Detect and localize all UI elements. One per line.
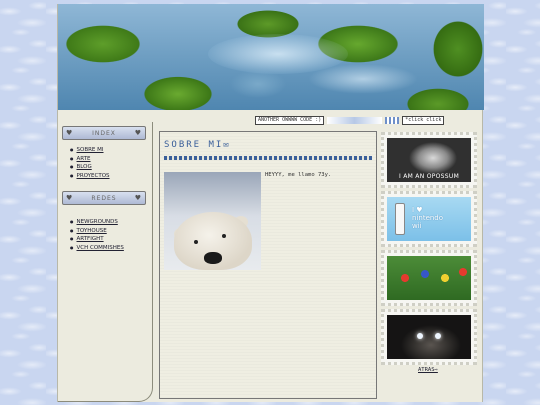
nav-link-toyhouse[interactable]: TOYHOUSE	[70, 227, 124, 236]
wii-stamp-line-2: nintendo	[412, 214, 444, 222]
sidebar-header-redes-label: REDES	[91, 194, 117, 202]
ticker-bar: ANOTHER OWWWW CODE :) *click click	[255, 114, 484, 126]
polar-bear-photo	[164, 172, 261, 270]
pikmin-stamp	[381, 250, 477, 306]
nav-link-blog[interactable]: BLOG	[70, 163, 110, 172]
page-container: ANOTHER OWWWW CODE :) *click click ♥ IND…	[57, 4, 484, 402]
heart-icon: ♥	[66, 129, 74, 137]
cat-eye-glow	[417, 333, 423, 339]
nintendo-wii-stamp: I ♥ nintendo wii	[381, 191, 477, 247]
back-link[interactable]: ATRAS⇨	[418, 367, 438, 373]
ticker-fade-decoration	[327, 116, 383, 124]
nav-link-sobre-mi[interactable]: SOBRE MI	[70, 146, 110, 155]
ticker-dots-decoration	[385, 116, 400, 124]
intro-text: HEYYY, me llamo 73y.	[265, 172, 332, 178]
opossum-stamp-caption: I AM AN OPOSSUM	[398, 173, 460, 180]
nav-link-proyectos[interactable]: PROYECTOS	[70, 172, 110, 181]
heart-icon: ♥	[66, 194, 74, 202]
nav-link-newgrounds[interactable]: NEWGROUNDS	[70, 218, 124, 227]
sidebar: ♥ INDEX ♥ SOBRE MI ARTE BLOG PROYECTOS ♥…	[58, 122, 153, 402]
title-divider	[164, 156, 372, 160]
banner-ice-highlight-2	[308, 64, 418, 94]
wii-stamp-line-1: I ♥	[412, 206, 423, 214]
nav-link-artfight[interactable]: ARTFIGHT	[70, 235, 124, 244]
sidebar-header-redes: ♥ REDES ♥	[62, 191, 146, 205]
main-content-panel: SOBRE MI✉ HEYYY, me llamo 73y.	[159, 131, 377, 399]
opossum-stamp: I AM AN OPOSSUM	[381, 132, 477, 188]
ticker-box-left[interactable]: ANOTHER OWWWW CODE :)	[255, 115, 325, 125]
redes-nav-list: NEWGROUNDS TOYHOUSE ARTFIGHT VCH COMMISH…	[70, 218, 124, 252]
page-title: SOBRE MI✉	[164, 140, 231, 150]
header-banner-image	[58, 4, 484, 110]
wii-stamp-line-3: wii	[412, 222, 422, 230]
sidebar-header-index-label: INDEX	[92, 129, 116, 137]
nav-link-arte[interactable]: ARTE	[70, 155, 110, 164]
heart-icon: ♥	[134, 194, 142, 202]
nav-link-vch-commishes[interactable]: VCH COMMISHES	[70, 244, 124, 253]
sidebar-header-index: ♥ INDEX ♥	[62, 126, 146, 140]
heart-icon: ♥	[134, 129, 142, 137]
ticker-box-right[interactable]: *click click	[402, 115, 445, 125]
wii-console-icon	[395, 203, 405, 235]
index-nav-list: SOBRE MI ARTE BLOG PROYECTOS	[70, 146, 110, 180]
cat-eye-glow	[435, 333, 441, 339]
cat-stamp	[381, 309, 477, 365]
